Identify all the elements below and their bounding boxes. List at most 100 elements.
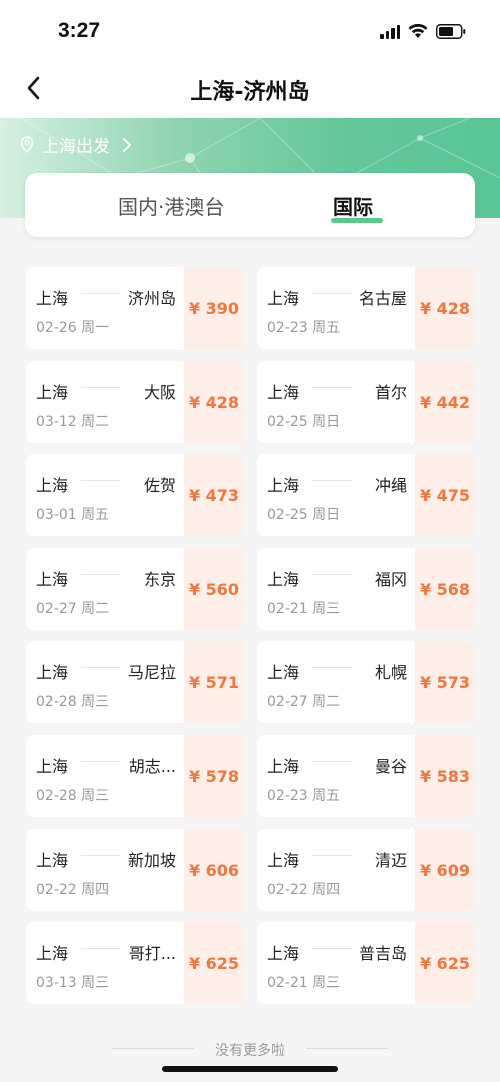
route-date: 02-23 周五 bbox=[267, 320, 341, 336]
route-price: ¥ 625 bbox=[415, 922, 475, 1004]
route-price: ¥ 583 bbox=[415, 735, 475, 817]
route-arrow-line bbox=[312, 387, 352, 388]
status-bar: 3:27 bbox=[0, 0, 500, 62]
route-destination: 佐贺 bbox=[143, 476, 176, 495]
route-arrow-line bbox=[312, 855, 352, 856]
route-arrow-line bbox=[81, 855, 121, 856]
route-origin: 上海 bbox=[267, 383, 300, 402]
route-arrow-line bbox=[81, 387, 121, 388]
route-price: ¥ 571 bbox=[184, 641, 244, 723]
route-card[interactable]: 上海 大阪 03-12 周二 ¥ 428 bbox=[26, 361, 244, 443]
route-price: ¥ 609 bbox=[415, 829, 475, 911]
route-destination: 济州岛 bbox=[127, 289, 176, 308]
route-price: ¥ 390 bbox=[184, 267, 244, 349]
route-card[interactable]: 上海 马尼拉 02-28 周三 ¥ 571 bbox=[26, 641, 244, 723]
route-date: 02-27 周二 bbox=[267, 694, 341, 710]
route-card[interactable]: 上海 普吉岛 02-21 周三 ¥ 625 bbox=[257, 922, 475, 1004]
route-price: ¥ 475 bbox=[415, 454, 475, 536]
route-origin: 上海 bbox=[267, 757, 300, 776]
page-title: 上海-济州岛 bbox=[190, 80, 310, 105]
route-arrow-line bbox=[312, 574, 352, 575]
route-origin: 上海 bbox=[267, 851, 300, 870]
route-destination: 首尔 bbox=[374, 383, 407, 402]
route-origin: 上海 bbox=[267, 663, 300, 682]
route-origin: 上海 bbox=[267, 570, 300, 589]
route-origin: 上海 bbox=[36, 757, 69, 776]
route-destination: 普吉岛 bbox=[358, 944, 407, 963]
route-card[interactable]: 上海 冲绳 02-25 周日 ¥ 475 bbox=[257, 454, 475, 536]
route-arrow-line bbox=[312, 948, 352, 949]
route-destination: 札幌 bbox=[374, 663, 407, 682]
route-origin: 上海 bbox=[36, 383, 69, 402]
location-pin-icon bbox=[20, 136, 34, 153]
route-destination: 新加坡 bbox=[127, 851, 176, 870]
route-origin: 上海 bbox=[36, 289, 69, 308]
route-origin: 上海 bbox=[36, 663, 69, 682]
status-time: 3:27 bbox=[58, 19, 101, 42]
route-origin: 上海 bbox=[36, 570, 69, 589]
route-price: ¥ 560 bbox=[184, 548, 244, 630]
home-indicator bbox=[162, 1066, 338, 1072]
route-destination: 福冈 bbox=[374, 570, 407, 589]
route-arrow-line bbox=[312, 293, 352, 294]
route-destination: 马尼拉 bbox=[127, 663, 176, 682]
route-card[interactable]: 上海 新加坡 02-22 周四 ¥ 606 bbox=[26, 829, 244, 911]
route-date: 02-26 周一 bbox=[36, 320, 110, 336]
departure-selector[interactable]: 上海出发 bbox=[20, 132, 132, 157]
status-icons bbox=[380, 24, 466, 39]
route-card[interactable]: 上海 名古屋 02-23 周五 ¥ 428 bbox=[257, 267, 475, 349]
route-destination: 冲绳 bbox=[374, 476, 407, 495]
route-price: ¥ 428 bbox=[415, 267, 475, 349]
route-card[interactable]: 上海 济州岛 02-26 周一 ¥ 390 bbox=[26, 267, 244, 349]
route-date: 02-21 周三 bbox=[267, 601, 341, 617]
route-destination: 曼谷 bbox=[374, 757, 407, 776]
route-date: 03-13 周三 bbox=[36, 975, 110, 991]
route-arrow-line bbox=[81, 574, 121, 575]
route-date: 02-25 周日 bbox=[267, 414, 341, 430]
route-origin: 上海 bbox=[36, 944, 69, 963]
route-price: ¥ 578 bbox=[184, 735, 244, 817]
route-arrow-line bbox=[312, 667, 352, 668]
route-arrow-line bbox=[81, 948, 121, 949]
route-destination: 哥打... bbox=[128, 944, 176, 963]
route-date: 02-25 周日 bbox=[267, 507, 341, 523]
route-price: ¥ 606 bbox=[184, 829, 244, 911]
route-destination: 东京 bbox=[143, 570, 176, 589]
route-date: 03-01 周五 bbox=[36, 507, 110, 523]
route-arrow-line bbox=[81, 761, 121, 762]
route-arrow-line bbox=[81, 480, 121, 481]
route-card[interactable]: 上海 福冈 02-21 周三 ¥ 568 bbox=[257, 548, 475, 630]
wifi-icon bbox=[408, 24, 428, 39]
route-price: ¥ 625 bbox=[184, 922, 244, 1004]
route-price: ¥ 573 bbox=[415, 641, 475, 723]
route-card[interactable]: 上海 胡志... 02-28 周三 ¥ 578 bbox=[26, 735, 244, 817]
route-card[interactable]: 上海 首尔 02-25 周日 ¥ 442 bbox=[257, 361, 475, 443]
route-date: 02-23 周五 bbox=[267, 788, 341, 804]
route-card[interactable]: 上海 札幌 02-27 周二 ¥ 573 bbox=[257, 641, 475, 723]
tab-domestic[interactable]: 国内·港澳台 bbox=[118, 191, 224, 220]
route-date: 02-28 周三 bbox=[36, 788, 110, 804]
route-origin: 上海 bbox=[267, 289, 300, 308]
tab-international[interactable]: 国际 bbox=[333, 191, 373, 220]
route-date: 02-27 周二 bbox=[36, 601, 110, 617]
signal-icon bbox=[380, 24, 400, 39]
route-origin: 上海 bbox=[267, 944, 300, 963]
departure-label: 上海出发 bbox=[42, 137, 110, 157]
end-of-list-text: 没有更多啦 bbox=[215, 1043, 285, 1059]
route-card[interactable]: 上海 东京 02-27 周二 ¥ 560 bbox=[26, 548, 244, 630]
region-tabs: 国内·港澳台 国际 bbox=[25, 173, 475, 237]
route-card[interactable]: 上海 哥打... 03-13 周三 ¥ 625 bbox=[26, 922, 244, 1004]
route-arrow-line bbox=[81, 667, 121, 668]
route-date: 02-28 周三 bbox=[36, 694, 110, 710]
nav-bar: 上海-济州岛 bbox=[0, 62, 500, 118]
route-destination: 清迈 bbox=[374, 851, 407, 870]
route-date: 02-22 周四 bbox=[267, 882, 341, 898]
route-price: ¥ 428 bbox=[184, 361, 244, 443]
route-date: 03-12 周二 bbox=[36, 414, 110, 430]
route-card[interactable]: 上海 曼谷 02-23 周五 ¥ 583 bbox=[257, 735, 475, 817]
footer-divider-right bbox=[306, 1048, 388, 1049]
route-destination: 大阪 bbox=[143, 383, 176, 402]
route-card[interactable]: 上海 佐贺 03-01 周五 ¥ 473 bbox=[26, 454, 244, 536]
route-arrow-line bbox=[312, 480, 352, 481]
route-card[interactable]: 上海 清迈 02-22 周四 ¥ 609 bbox=[257, 829, 475, 911]
